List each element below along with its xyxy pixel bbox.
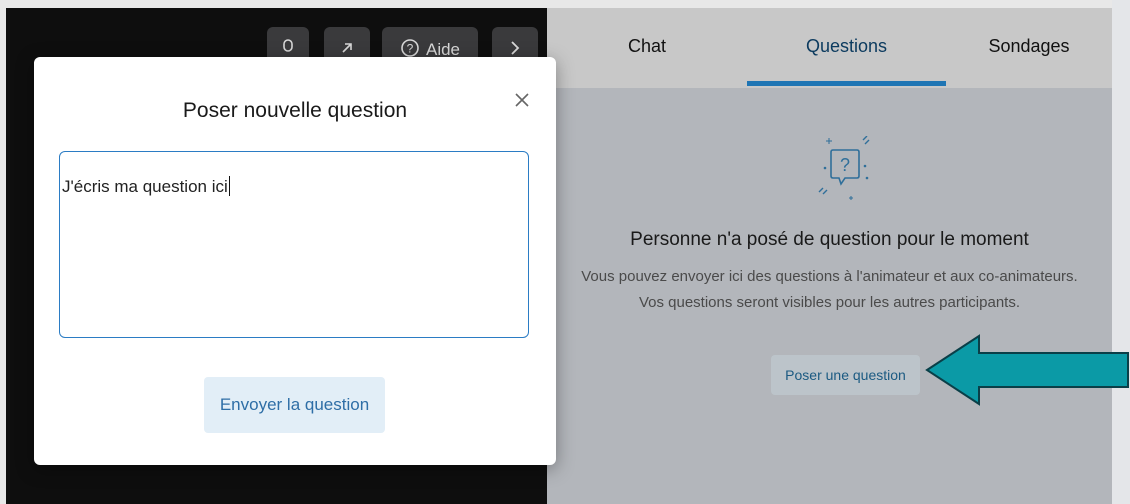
empty-state-title: Personne n'a posé de question pour le mo… (630, 229, 1029, 250)
svg-text:?: ? (407, 41, 414, 55)
text-caret (228, 176, 230, 196)
window-frame-top (0, 0, 1130, 8)
new-question-dialog: Poser nouvelle question J'écris ma quest… (34, 57, 556, 465)
question-bubble-icon: ? (815, 135, 875, 216)
tab-questions[interactable]: Questions (747, 8, 946, 88)
tab-chat[interactable]: Chat (547, 8, 747, 88)
close-icon[interactable] (510, 88, 534, 112)
annotation-arrow (925, 333, 1130, 407)
tab-sondages[interactable]: Sondages (946, 8, 1112, 88)
ask-question-button[interactable]: Poser une question (771, 355, 920, 395)
svg-text:?: ? (840, 155, 850, 175)
questions-panel: Chat Questions Sondages ? Personne n'a p… (547, 8, 1112, 504)
dialog-title: Poser nouvelle question (182, 99, 408, 122)
question-textarea[interactable]: J'écris ma question ici (59, 151, 529, 338)
send-question-button[interactable]: Envoyer la question (204, 377, 385, 433)
question-text: J'écris ma question ici (62, 177, 228, 196)
active-tab-indicator (747, 81, 946, 86)
window-frame-right (1112, 0, 1130, 504)
panel-tab-bar: Chat Questions Sondages (547, 8, 1112, 88)
empty-state-description: Vous pouvez envoyer ici des questions à … (581, 268, 1078, 311)
